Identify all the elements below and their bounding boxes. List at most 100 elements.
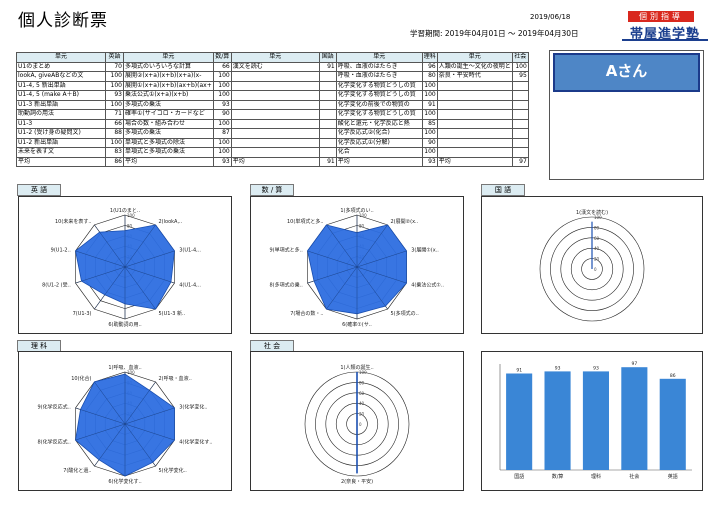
radar-axis-label: 2(奈良・平安) bbox=[341, 478, 373, 485]
unit-cell bbox=[230, 137, 320, 148]
score-cell: 100 bbox=[421, 90, 438, 101]
score-cell: 91 bbox=[421, 99, 438, 110]
unit-cell: U1-3 bbox=[16, 118, 106, 129]
unit-cell bbox=[436, 90, 513, 101]
radar-axis-label: 1(人類の誕生.. bbox=[340, 364, 374, 371]
score-cell bbox=[318, 128, 337, 139]
score-cell: 100 bbox=[421, 147, 438, 158]
radar-tick-label: 20 bbox=[594, 257, 600, 262]
radar-axis-label: 3(U1-4,.. bbox=[179, 247, 201, 253]
unit-cell: 化学反応式②(化合) bbox=[335, 128, 423, 139]
unit-cell: 化学変化する物質どうしの質 bbox=[335, 109, 423, 120]
radar-axis-label: 10(単項式と多.. bbox=[287, 218, 324, 225]
unit-cell bbox=[436, 80, 513, 91]
score-cell: 100 bbox=[212, 71, 232, 82]
radar-axis-label: 6(化学変化す.. bbox=[108, 478, 142, 485]
radar-axis-label: 1(U1のまと.. bbox=[110, 208, 141, 214]
table-header-cell: 単元 bbox=[123, 52, 214, 63]
radar-tick-label: 80 bbox=[359, 380, 365, 385]
score-cell: 91 bbox=[318, 61, 337, 72]
unit-cell: U1-3 新出単語 bbox=[16, 99, 106, 110]
bar bbox=[506, 373, 533, 470]
bar-category-label: 理科 bbox=[591, 473, 601, 480]
score-cell bbox=[318, 71, 337, 82]
table-row: U1-3 66 場合の数・組み合わせ 100 酸化と還元・化学反応と熱 85 bbox=[16, 118, 529, 129]
average-bar-chart: 91 国語 93 数/算 93 理科 97 社会 86 英語 bbox=[499, 361, 692, 480]
unit-cell: lookA, giveABなどの文 bbox=[16, 71, 106, 82]
score-cell: 95 bbox=[511, 71, 529, 82]
japanese-radar-chart: 0204060801001(漢文を読む) bbox=[539, 209, 645, 322]
unit-cell: 多項式の乗法 bbox=[123, 128, 214, 139]
table-average-row: 平均 86 平均 93 平均 91 平均 93 平均 97 bbox=[16, 156, 529, 167]
score-cell bbox=[318, 80, 337, 91]
social-radar-chart: 0204060801001(人類の誕生..2(奈良・平安) bbox=[304, 364, 410, 485]
score-cell bbox=[318, 99, 337, 110]
subject-average-bar-panel: 91 国語 93 数/算 93 理科 97 社会 86 英語 bbox=[481, 351, 703, 491]
table-header-cell: 理科 bbox=[421, 52, 438, 63]
science-radar-panel: 0204060801001(呼吸、血液..2(呼吸・血液..3(化学変化..4(… bbox=[18, 351, 232, 491]
score-cell: 93 bbox=[421, 156, 438, 167]
radar-axis-label: 8(化学反応式.. bbox=[37, 439, 71, 446]
score-cell bbox=[318, 147, 337, 158]
radar-axis-label: 2(lookA,.. bbox=[159, 219, 183, 225]
bar-value-label: 97 bbox=[632, 361, 638, 367]
bar-category-label: 英語 bbox=[668, 473, 678, 480]
radar-axis-label: 7(U1-3) bbox=[73, 311, 92, 317]
unit-cell bbox=[436, 128, 513, 139]
radar-axis-label: 5(U1-3 新.. bbox=[159, 310, 186, 317]
score-cell: 100 bbox=[212, 80, 232, 91]
unit-cell: 確率①(サイコロ・カードなど bbox=[123, 109, 214, 120]
unit-cell: 化合 bbox=[335, 147, 423, 158]
score-cell: 100 bbox=[212, 90, 232, 101]
score-cell: 90 bbox=[212, 109, 232, 120]
social-radar-panel: 0 20 40 60 80 100 1(人類の誕生.. 2(奈良・平安) bbox=[250, 351, 464, 491]
unit-cell: 乗法公式①(x+a)(x+b) bbox=[123, 90, 214, 101]
score-cell: 100 bbox=[212, 147, 232, 158]
score-table: 単元 英語 単元 数/算 単元 国語 単元 理科 単元 社会 U1のまとめ 70 多項式のいろいろな計… bbox=[16, 52, 529, 167]
radar-tick-label: 0 bbox=[594, 267, 597, 272]
radar-axis-label: 5(多項式の.. bbox=[391, 310, 420, 317]
unit-cell: 単項式と多項式の乗法 bbox=[123, 147, 214, 158]
score-cell: 91 bbox=[318, 156, 337, 167]
radar-axis-label: 8(多項式の乗.. bbox=[269, 282, 303, 289]
score-cell: 100 bbox=[105, 99, 124, 110]
unit-cell: 化学反応式①(分解) bbox=[335, 137, 423, 148]
score-cell bbox=[318, 90, 337, 101]
score-cell: 66 bbox=[105, 118, 124, 129]
unit-cell: U1-2 新出単語 bbox=[16, 137, 106, 148]
unit-cell: 平均 bbox=[16, 156, 106, 167]
radar-axis-label: 2(呼吸・血液.. bbox=[159, 375, 193, 382]
logo-underline bbox=[622, 39, 708, 41]
score-cell: 86 bbox=[105, 156, 124, 167]
table-header-cell: 単元 bbox=[16, 52, 106, 63]
radar-axis-label: 9(化学反応式.. bbox=[37, 403, 71, 410]
unit-cell: 化学変化する物質どうしの質 bbox=[335, 80, 423, 91]
score-cell: 93 bbox=[212, 156, 232, 167]
radar-axis-label: 9(単項式と多.. bbox=[269, 246, 303, 253]
table-row: lookA, giveABなどの文 100 展開②(x+a)(x+b)(x+a)(x… bbox=[16, 71, 529, 82]
score-cell: 83 bbox=[105, 147, 124, 158]
bar-value-label: 93 bbox=[593, 365, 599, 371]
table-header-cell: 単元 bbox=[436, 52, 513, 63]
radar-axis-label: 2(展開②(x.. bbox=[391, 219, 419, 225]
math-radar-panel: 0204060801001(多項式のい..2(展開②(x..3(展開①(x..4… bbox=[250, 196, 464, 334]
radar-tick-label: 20 bbox=[359, 412, 365, 417]
unit-cell: 多項式の乗法 bbox=[123, 99, 214, 110]
english-radar-panel: 0204060801001(U1のまと..2(lookA,..3(U1-4,..… bbox=[18, 196, 232, 334]
score-cell: 100 bbox=[212, 137, 232, 148]
unit-cell: 化学変化する物質どうしの質 bbox=[335, 90, 423, 101]
score-cell bbox=[511, 118, 529, 129]
unit-cell: 奈良・平安時代 bbox=[436, 71, 513, 82]
score-cell bbox=[318, 137, 337, 148]
radar-axis-label: 4(乗法公式①.. bbox=[411, 282, 444, 289]
radar-axis-label: 7(場合の数・.. bbox=[290, 310, 324, 317]
math-tag: 数 / 算 bbox=[250, 184, 294, 196]
score-cell: 66 bbox=[212, 61, 232, 72]
score-cell: 70 bbox=[105, 61, 124, 72]
score-cell: 80 bbox=[421, 71, 438, 82]
unit-cell: 場合の数・組み合わせ bbox=[123, 118, 214, 129]
table-header-cell: 単元 bbox=[230, 52, 320, 63]
score-cell: 100 bbox=[212, 118, 232, 129]
unit-cell: 助動詞の用法 bbox=[16, 109, 106, 120]
bar bbox=[621, 367, 648, 470]
